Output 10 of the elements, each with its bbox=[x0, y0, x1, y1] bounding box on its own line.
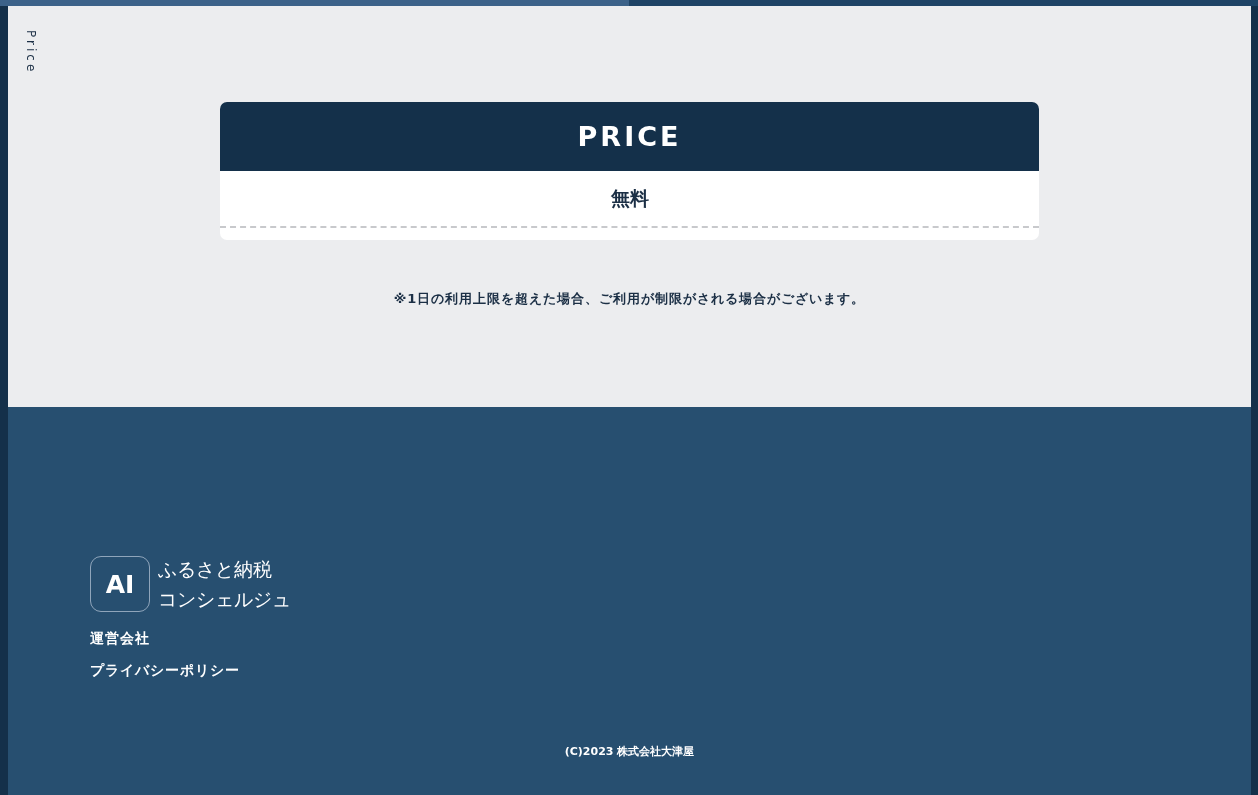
copyright: (C)2023 株式会社大津屋 bbox=[563, 744, 696, 759]
note-text: ※1日の利用上限を超えた場合、ご利用が制限がされる場合がございます。 bbox=[393, 290, 866, 308]
logo-mark: AI bbox=[90, 556, 150, 612]
section-label: Price bbox=[24, 30, 38, 75]
card-title: PRICE bbox=[220, 102, 1039, 171]
footer-link[interactable]: プライバシーポリシー bbox=[90, 662, 1251, 680]
price-value: 無料 bbox=[220, 171, 1039, 228]
logo-text: ふるさと納税 bbox=[158, 557, 273, 582]
footer-link[interactable]: 運営会社 bbox=[90, 630, 1251, 648]
logo-text: コンシェルジュ bbox=[158, 587, 291, 612]
